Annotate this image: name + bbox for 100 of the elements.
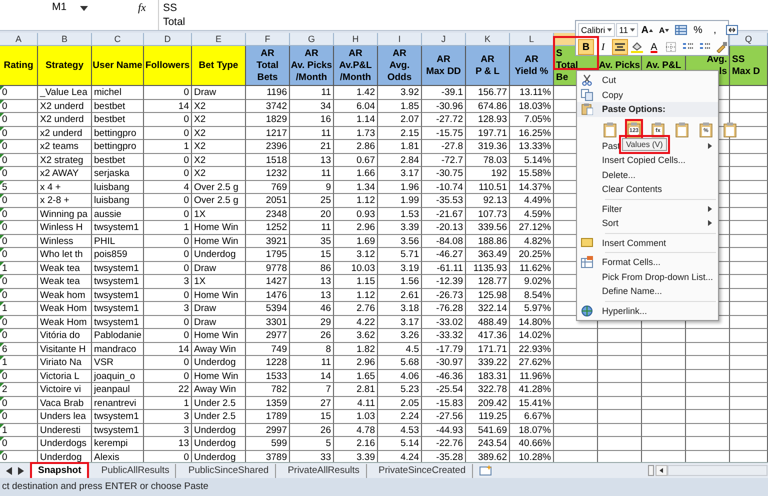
error-indicator-icon [0,410,4,414]
borders-button[interactable] [663,39,679,55]
table-cell: 2.24 [378,410,422,424]
header-cell: AR P & L [466,46,510,86]
column-header[interactable]: D [144,33,192,45]
horizontal-scrollbar[interactable] [648,465,768,476]
sheet-tab[interactable]: Snapshot [30,462,90,480]
insert-function-button[interactable]: fx [138,2,146,14]
table-cell: Weak hom [38,288,92,302]
header-cell: AR Max DD [422,46,466,86]
table-cell: 5.23 [378,383,422,396]
table-cell: -84.08 [422,234,466,248]
font-name-field[interactable]: Calibri [578,23,616,37]
table-cell: 5.68 [378,356,422,370]
table-cell: 107.73 [466,208,510,221]
table-cell: Winless H [38,221,92,234]
center-button[interactable] [612,39,628,55]
error-indicator-icon [0,248,4,252]
column-header[interactable]: G [290,33,334,45]
table-cell: bettingpro [92,140,144,154]
column-header[interactable]: E [192,33,246,45]
table-cell: 363.49 [466,248,510,262]
empty-cell [730,302,768,316]
menu-item[interactable]: Insert Copied Cells... [577,153,686,168]
header-cell: Strategy [38,46,92,86]
column-header[interactable]: A [0,33,38,45]
table-cell: 171.71 [466,342,510,356]
previous-sheet-icon[interactable] [6,466,12,474]
table-cell: Draw [192,316,246,329]
empty-cell [686,370,730,383]
format-cells-icon [581,256,593,268]
name-box[interactable]: M1 [2,1,80,15]
table-cell: Weak Hom [38,302,92,316]
table-cell: 1518 [246,154,290,167]
error-indicator-icon [0,100,4,104]
table-cell: 2.16 [334,437,378,450]
insert-sheet-icon[interactable] [478,465,493,476]
menu-item[interactable]: Sort [577,216,619,230]
table-cell: bestbet [92,113,144,126]
table-cell: 1 [144,140,192,154]
table-cell: 27 [290,396,334,410]
painter-button[interactable] [714,39,730,55]
table-cell: 156.77 [466,86,510,100]
column-header[interactable]: J [422,33,466,45]
column-header[interactable]: F [246,33,290,45]
comment-icon [581,236,593,249]
table-cell: 15 [290,410,334,424]
table-cell: x2 underd [38,126,92,140]
table-cell: Over 2.5 g [192,194,246,208]
table-cell: Visitante H [38,342,92,356]
menu-item[interactable]: Clear Contents [577,182,662,196]
column-header[interactable]: H [334,33,378,45]
menu-item[interactable]: Pick From Drop-down List... [577,270,714,284]
table-cell: 1795 [246,248,290,262]
table-cell: 5.14% [510,154,554,167]
empty-cell [598,329,642,342]
table-cell: X2 [192,126,246,140]
table-cell: 11.62% [510,262,554,275]
menu-item[interactable]: Filter [577,202,622,216]
table-cell: Winning pa [38,208,92,221]
table-cell: 29 [290,316,334,329]
table-cell: Underesti [38,424,92,437]
column-header[interactable]: B [38,33,92,45]
next-sheet-icon[interactable] [18,466,24,474]
format-button[interactable] [672,22,689,38]
empty-cell [642,329,686,342]
table-cell: -72.7 [422,154,466,167]
column-header[interactable]: K [466,33,510,45]
clipboard-icon [603,122,617,138]
menu-item[interactable]: Past [577,138,620,153]
empty-cell [730,275,768,288]
menu-item[interactable]: Define Name... [577,284,662,298]
dropdown-caret-icon[interactable] [80,6,88,11]
menu-item[interactable]: Delete... [577,168,636,182]
table-cell: 11.96% [510,370,554,383]
table-cell: 0 [0,154,38,167]
table-cell: 0 [144,167,192,180]
menu-item[interactable]: Insert Comment [577,236,666,250]
table-cell: 6.67% [510,410,554,424]
table-cell: 14.37% [510,180,554,194]
menu-item[interactable]: Format Cells... [577,255,661,270]
font-size-field[interactable]: 11 [616,23,638,37]
table-cell: 1.03 [334,410,378,424]
column-header[interactable]: C [92,33,144,45]
table-cell: 9.02% [510,275,554,288]
bold-button[interactable]: B [578,39,594,55]
table-cell: 1.73 [334,126,378,140]
table-cell: -17.79 [422,342,466,356]
table-cell: twsystem1 [92,288,144,302]
merge-button[interactable] [724,22,740,38]
column-header[interactable]: I [378,33,422,45]
table-cell: 0 [144,329,192,342]
table-cell: 7.05% [510,113,554,126]
table-cell: X2 [192,167,246,180]
table-cell: VSR [92,356,144,370]
table-cell: Away Win [192,342,246,356]
menu-item[interactable]: Hyperlink... [577,304,648,318]
table-cell: 339.22 [466,356,510,370]
empty-cell [730,329,768,342]
menu-item[interactable]: Copy [577,88,624,102]
